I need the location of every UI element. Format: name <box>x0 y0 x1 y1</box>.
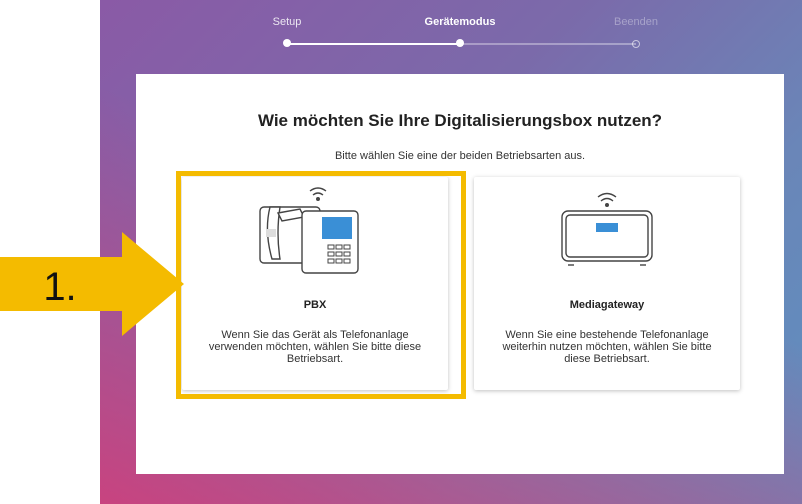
step-progress-line <box>287 43 460 45</box>
step-dot-geraetemodus <box>456 39 464 47</box>
step-label-geraetemodus: Gerätemodus <box>424 16 496 28</box>
option-mediagateway-title: Mediagateway <box>569 299 645 311</box>
option-pbx-title: PBX <box>303 299 327 311</box>
step-indicator: Setup Gerätemodus Beenden <box>100 0 802 60</box>
page-subtitle: Bitte wählen Sie eine der beiden Betrieb… <box>334 150 586 162</box>
step-dot-beenden <box>632 40 640 48</box>
mode-selection-card: Wie möchten Sie Ihre Digitalisierungsbox… <box>136 74 784 474</box>
option-pbx[interactable]: PBX Wenn Sie das Gerät als Telefonanlage… <box>182 177 448 390</box>
option-mediagateway-description: Wenn Sie eine bestehende Telefonanlage w… <box>502 329 712 365</box>
step-remaining-line <box>460 43 636 45</box>
option-pbx-description: Wenn Sie das Gerät als Telefonanlage ver… <box>208 329 422 365</box>
page-title: Wie möchten Sie Ihre Digitalisierungsbox… <box>257 111 663 130</box>
step-dot-setup <box>283 39 291 47</box>
mediagateway-icon <box>474 177 740 287</box>
step-callout: 1. <box>0 232 186 341</box>
option-mediagateway[interactable]: Mediagateway Wenn Sie eine bestehende Te… <box>474 177 740 390</box>
step-label-beenden: Beenden <box>613 16 659 28</box>
step-label-setup: Setup <box>272 16 302 28</box>
pbx-phone-icon <box>182 177 448 287</box>
callout-label: 1. <box>43 265 77 309</box>
